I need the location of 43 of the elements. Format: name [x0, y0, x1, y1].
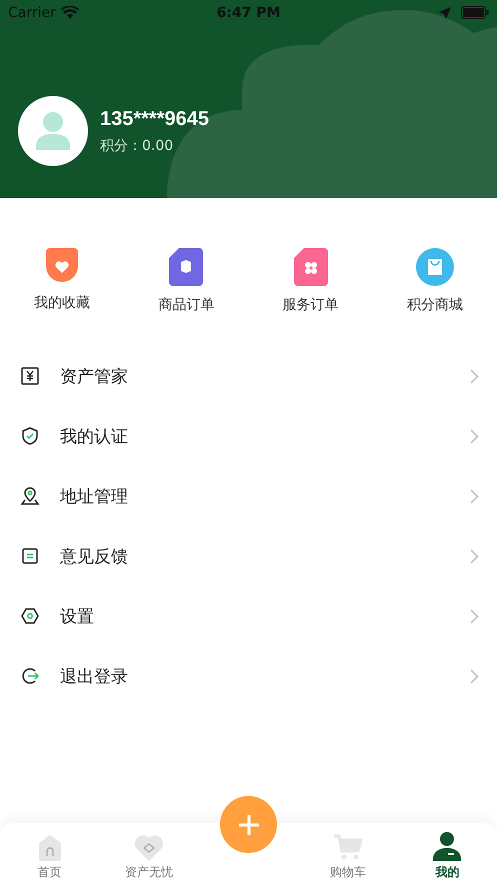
phone-number: 135****9645 [100, 108, 209, 130]
shortcut-label[interactable]: 服务订单 [282, 296, 339, 314]
plus-icon [238, 814, 258, 834]
person-icon [36, 112, 70, 150]
menu-item[interactable]: 资产管家 [60, 364, 450, 388]
heart-icon [44, 248, 80, 284]
shield-check-icon [20, 426, 40, 446]
yen-icon [20, 366, 40, 386]
document-icon [20, 546, 40, 566]
menu-item[interactable]: 我的认证 [60, 424, 450, 448]
location-pin-icon [20, 486, 40, 506]
chevron-right-icon [470, 668, 479, 684]
tab[interactable]: 资产无忧 [99, 823, 199, 883]
chevron-right-icon [470, 368, 479, 384]
status-time: 6:47 PM [216, 4, 280, 20]
tab[interactable]: 首页 [0, 823, 100, 883]
chevron-right-icon [470, 488, 479, 504]
settings-icon [20, 606, 40, 626]
home-icon [36, 834, 63, 861]
location-arrow-icon [439, 6, 452, 18]
menu-item[interactable]: 地址管理 [60, 484, 450, 508]
shortcut-label[interactable]: 商品订单 [158, 296, 214, 314]
shortcut-label[interactable]: 积分商城 [406, 296, 463, 314]
tab[interactable]: 购物车 [298, 823, 398, 883]
wifi-icon [60, 6, 79, 19]
chevron-right-icon [470, 548, 479, 564]
clover-icon [294, 248, 328, 286]
shopping-cart-icon [332, 834, 363, 861]
shortcut-label[interactable]: 我的收藏 [34, 294, 90, 312]
heart-icon [134, 834, 164, 861]
tab[interactable]: 我的 [398, 823, 497, 883]
menu-item[interactable]: 设置 [60, 604, 450, 628]
carrier-text: Carrier [8, 4, 56, 20]
menu-item[interactable]: 意见反馈 [60, 544, 450, 568]
battery-icon [461, 6, 490, 19]
logout-icon [20, 666, 40, 686]
user-icon [433, 832, 462, 861]
menu-item[interactable]: 退出登录 [60, 664, 450, 688]
box-icon [169, 248, 204, 286]
chevron-right-icon [470, 608, 479, 624]
chevron-right-icon [470, 428, 479, 444]
points-text: 积分：0.00 [100, 136, 174, 154]
shopping-bag-icon [416, 248, 454, 286]
